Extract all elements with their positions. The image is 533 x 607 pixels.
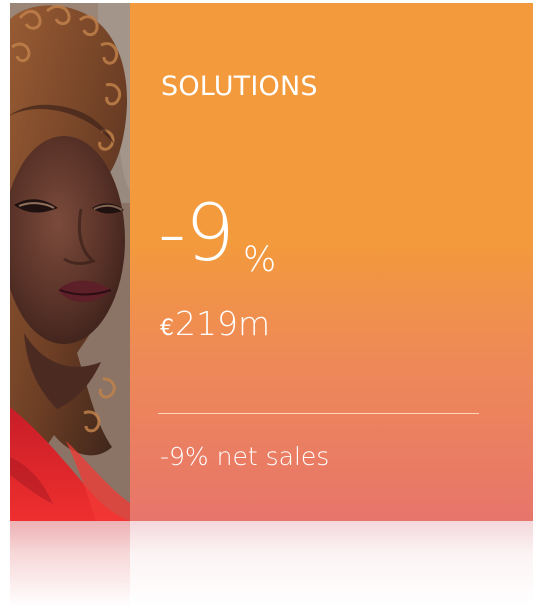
- portrait-image: [10, 3, 130, 521]
- card-reflection: [10, 521, 533, 607]
- sales-amount: € 219m: [160, 302, 270, 346]
- portrait-reflection: [10, 521, 130, 607]
- solutions-stat-card-page: SOLUTIONS -9 % € 219m -9% net sales: [0, 0, 533, 607]
- currency-symbol: €: [160, 316, 174, 341]
- solutions-stat-panel: SOLUTIONS -9 % € 219m -9% net sales: [130, 3, 533, 521]
- net-sales-label: -9% net sales: [160, 442, 330, 471]
- change-percentage-value: -9: [158, 189, 235, 279]
- change-percentage-unit: %: [243, 240, 277, 280]
- stat-divider: [158, 413, 479, 414]
- portrait-image-illustration: [10, 3, 130, 521]
- sales-amount-value: 219m: [175, 304, 271, 343]
- solutions-stat-card: SOLUTIONS -9 % € 219m -9% net sales: [10, 3, 533, 521]
- section-title: SOLUTIONS: [161, 71, 318, 102]
